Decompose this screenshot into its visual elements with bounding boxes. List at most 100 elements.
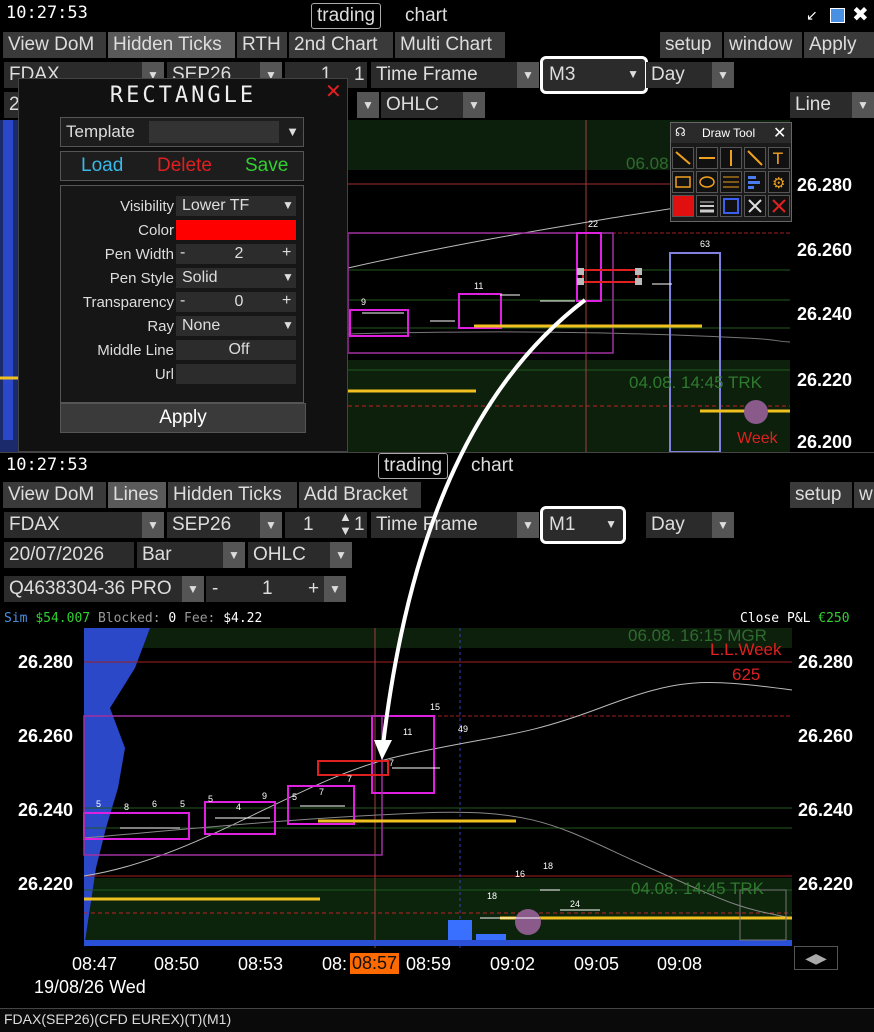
period-select-top[interactable]: Day ▼: [646, 62, 734, 88]
expiry-select-bottom[interactable]: SEP26 ▼: [167, 512, 282, 538]
scroll-arrows-icon[interactable]: ◀▶: [794, 946, 838, 970]
chart-type-select-top[interactable]: ▼: [357, 92, 379, 118]
top-ghost-label: 06.08: [626, 154, 669, 173]
tab-2nd-chart[interactable]: 2nd Chart: [289, 32, 393, 58]
count-label: 5: [292, 792, 298, 802]
maximize-icon[interactable]: [830, 8, 845, 23]
llweek-label: L.L.Week: [710, 640, 782, 659]
save-button[interactable]: Save: [245, 155, 288, 177]
setup-button[interactable]: setup: [660, 32, 722, 58]
date-field[interactable]: 20/07/2026: [4, 542, 134, 568]
top-price-label: 26.260: [797, 240, 853, 260]
field-value[interactable]: Solid: [176, 268, 296, 288]
style-select-top[interactable]: OHLC ▼: [381, 92, 485, 118]
chart-type-select-bottom[interactable]: Bar ▼: [137, 542, 245, 568]
url-input[interactable]: [176, 364, 296, 384]
vertical-line-icon[interactable]: [720, 147, 742, 169]
ellipse-tool-icon[interactable]: [696, 171, 718, 193]
close-window-icon[interactable]: ✖: [852, 2, 869, 27]
count-label: 7: [389, 758, 395, 768]
load-button[interactable]: Load: [81, 155, 123, 177]
pl-bar: Close P&L €250: [740, 611, 850, 626]
minus-icon[interactable]: -: [212, 576, 218, 602]
pen-width-value[interactable]: 2: [176, 244, 296, 264]
color-swatch[interactable]: [176, 220, 296, 240]
apply-dialog-button[interactable]: Apply: [60, 403, 306, 433]
field-ray[interactable]: Ray None ▼: [62, 316, 298, 338]
transparency-value[interactable]: 0: [176, 292, 296, 312]
count-label: 5: [96, 799, 102, 809]
timeframe-label: Time Frame: [376, 514, 478, 535]
collapse-icon[interactable]: ↙: [806, 7, 822, 23]
line-select-top[interactable]: Line ▼: [790, 92, 874, 118]
volume-profile-icon[interactable]: [744, 171, 766, 193]
order-qty-stepper[interactable]: - 1 + ▼: [206, 576, 346, 602]
order-select[interactable]: Q4638304-36 PRO ▼: [4, 576, 204, 602]
left-price-label: 26.260: [18, 726, 74, 746]
account-bar: Sim $54.007 Blocked: 0 Fee: $4.22: [4, 611, 262, 626]
symbol-value: FDAX: [9, 514, 60, 535]
field-value[interactable]: Lower TF: [176, 196, 296, 216]
ray-icon[interactable]: [744, 147, 766, 169]
field-url[interactable]: Url: [62, 364, 298, 386]
tab-add-bracket[interactable]: Add Bracket: [299, 482, 421, 508]
plus-icon[interactable]: +: [308, 576, 319, 602]
tab-multi-chart[interactable]: Multi Chart: [395, 32, 505, 58]
timeframe-select-top[interactable]: Time Frame ▼: [371, 62, 539, 88]
tab-lines[interactable]: Lines: [108, 482, 166, 508]
field-transparency[interactable]: Transparency 0- +: [62, 292, 298, 314]
tab-hidden-ticks[interactable]: Hidden Ticks: [108, 32, 235, 58]
tab-view-dom[interactable]: View DoM: [3, 482, 106, 508]
setup-button[interactable]: setup: [790, 482, 852, 508]
channel-tool-icon[interactable]: [720, 171, 742, 193]
tab-view-dom[interactable]: View DoM: [3, 32, 106, 58]
field-color[interactable]: Color: [62, 220, 298, 242]
tab-rth[interactable]: RTH: [237, 32, 287, 58]
field-value[interactable]: Off: [176, 340, 296, 360]
time-label: 09:02: [490, 954, 536, 974]
stepper-arrows-icon[interactable]: ▲ ▼: [339, 510, 352, 538]
text-tool-icon[interactable]: T: [768, 147, 790, 169]
plus-icon[interactable]: +: [282, 244, 291, 262]
time-label: 08:53: [238, 954, 284, 974]
minus-icon[interactable]: -: [180, 244, 185, 262]
field-middle-line[interactable]: Middle Line Off: [62, 340, 298, 362]
timeframe-value-select-bottom[interactable]: M1 ▼: [540, 506, 626, 544]
period-select-bottom[interactable]: Day ▼: [646, 512, 734, 538]
apply-button-top[interactable]: Apply: [804, 32, 874, 58]
timeframe-value-select-top[interactable]: M3 ▼: [540, 56, 648, 94]
trend-line-icon[interactable]: [672, 147, 694, 169]
draw-tool-palette[interactable]: ☊ Draw Tool ✕ T ⚙: [670, 122, 792, 222]
left-price-label: 26.220: [18, 874, 74, 894]
settings-gear-icon[interactable]: ⚙: [768, 171, 790, 193]
qty-value: 1: [303, 514, 314, 535]
field-pen-width[interactable]: Pen Width 2- +: [62, 244, 298, 266]
window-button[interactable]: window: [724, 32, 802, 58]
frame-icon[interactable]: [720, 195, 742, 217]
tab-hidden-ticks[interactable]: Hidden Ticks: [168, 482, 297, 508]
field-value[interactable]: None: [176, 316, 296, 336]
minus-icon[interactable]: -: [180, 292, 185, 310]
template-select[interactable]: Template ▼: [60, 117, 304, 147]
template-label: Template: [66, 122, 135, 141]
field-pen-style[interactable]: Pen Style Solid ▼: [62, 268, 298, 290]
delete-button[interactable]: Delete: [157, 155, 212, 177]
time-label: 08:50: [154, 954, 200, 974]
timeframe-select-bottom[interactable]: Time Frame ▼: [371, 512, 539, 538]
color-swatch[interactable]: [672, 195, 694, 217]
rectangle-tool-icon[interactable]: [672, 171, 694, 193]
plus-icon[interactable]: +: [282, 292, 291, 310]
symbol-select-bottom[interactable]: FDAX ▼: [4, 512, 164, 538]
close-icon[interactable]: ✕: [773, 123, 786, 143]
style-select-bottom[interactable]: OHLC ▼: [248, 542, 352, 568]
delete-drawing-icon[interactable]: [744, 195, 766, 217]
line-width-icon[interactable]: [696, 195, 718, 217]
top-price-label: 26.240: [797, 304, 853, 324]
horizontal-line-icon[interactable]: [696, 147, 718, 169]
count-label: 8: [124, 802, 130, 812]
close-dialog-icon[interactable]: ✕: [325, 79, 342, 104]
top-week-label: Week: [737, 430, 778, 447]
field-visibility[interactable]: Visibility Lower TF ▼: [62, 196, 298, 218]
delete-all-icon[interactable]: [768, 195, 790, 217]
window-button[interactable]: w: [854, 482, 874, 508]
